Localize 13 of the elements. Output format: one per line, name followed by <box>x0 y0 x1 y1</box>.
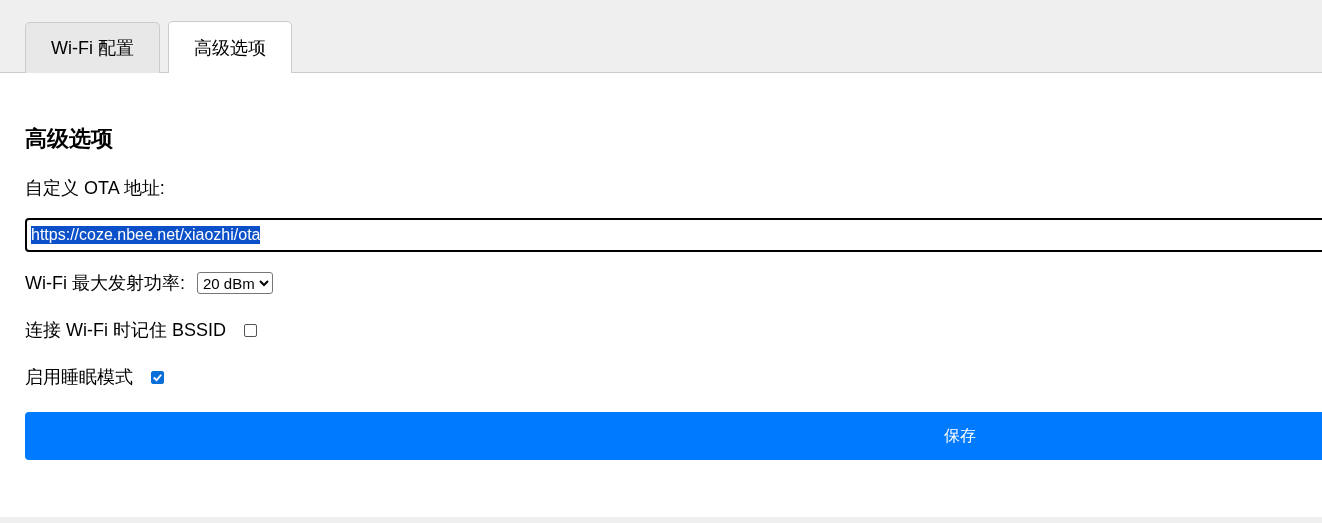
section-title: 高级选项 <box>25 125 114 153</box>
checkbox[interactable] <box>151 370 164 384</box>
caret-icon <box>258 279 269 287</box>
input-field[interactable]: https://coze.nbee.net/xiaozhi/ota <box>25 218 1322 252</box>
power-select[interactable]: 20 dBm <box>197 272 273 294</box>
checkbox[interactable] <box>244 323 257 337</box>
tab[interactable]: Wi-Fi 配置 <box>25 22 160 73</box>
tab[interactable]: 高级选项 <box>168 21 292 73</box>
option-label: 启用睡眠模式 <box>25 366 133 389</box>
ota-label: 自定义 OTA 地址: <box>25 177 166 200</box>
power-label: Wi-Fi 最大发射功率: <box>25 272 185 295</box>
option-label: 连接 Wi-Fi 时记住 BSSID <box>25 319 226 342</box>
save-button[interactable]: 保存 <box>25 412 1322 460</box>
